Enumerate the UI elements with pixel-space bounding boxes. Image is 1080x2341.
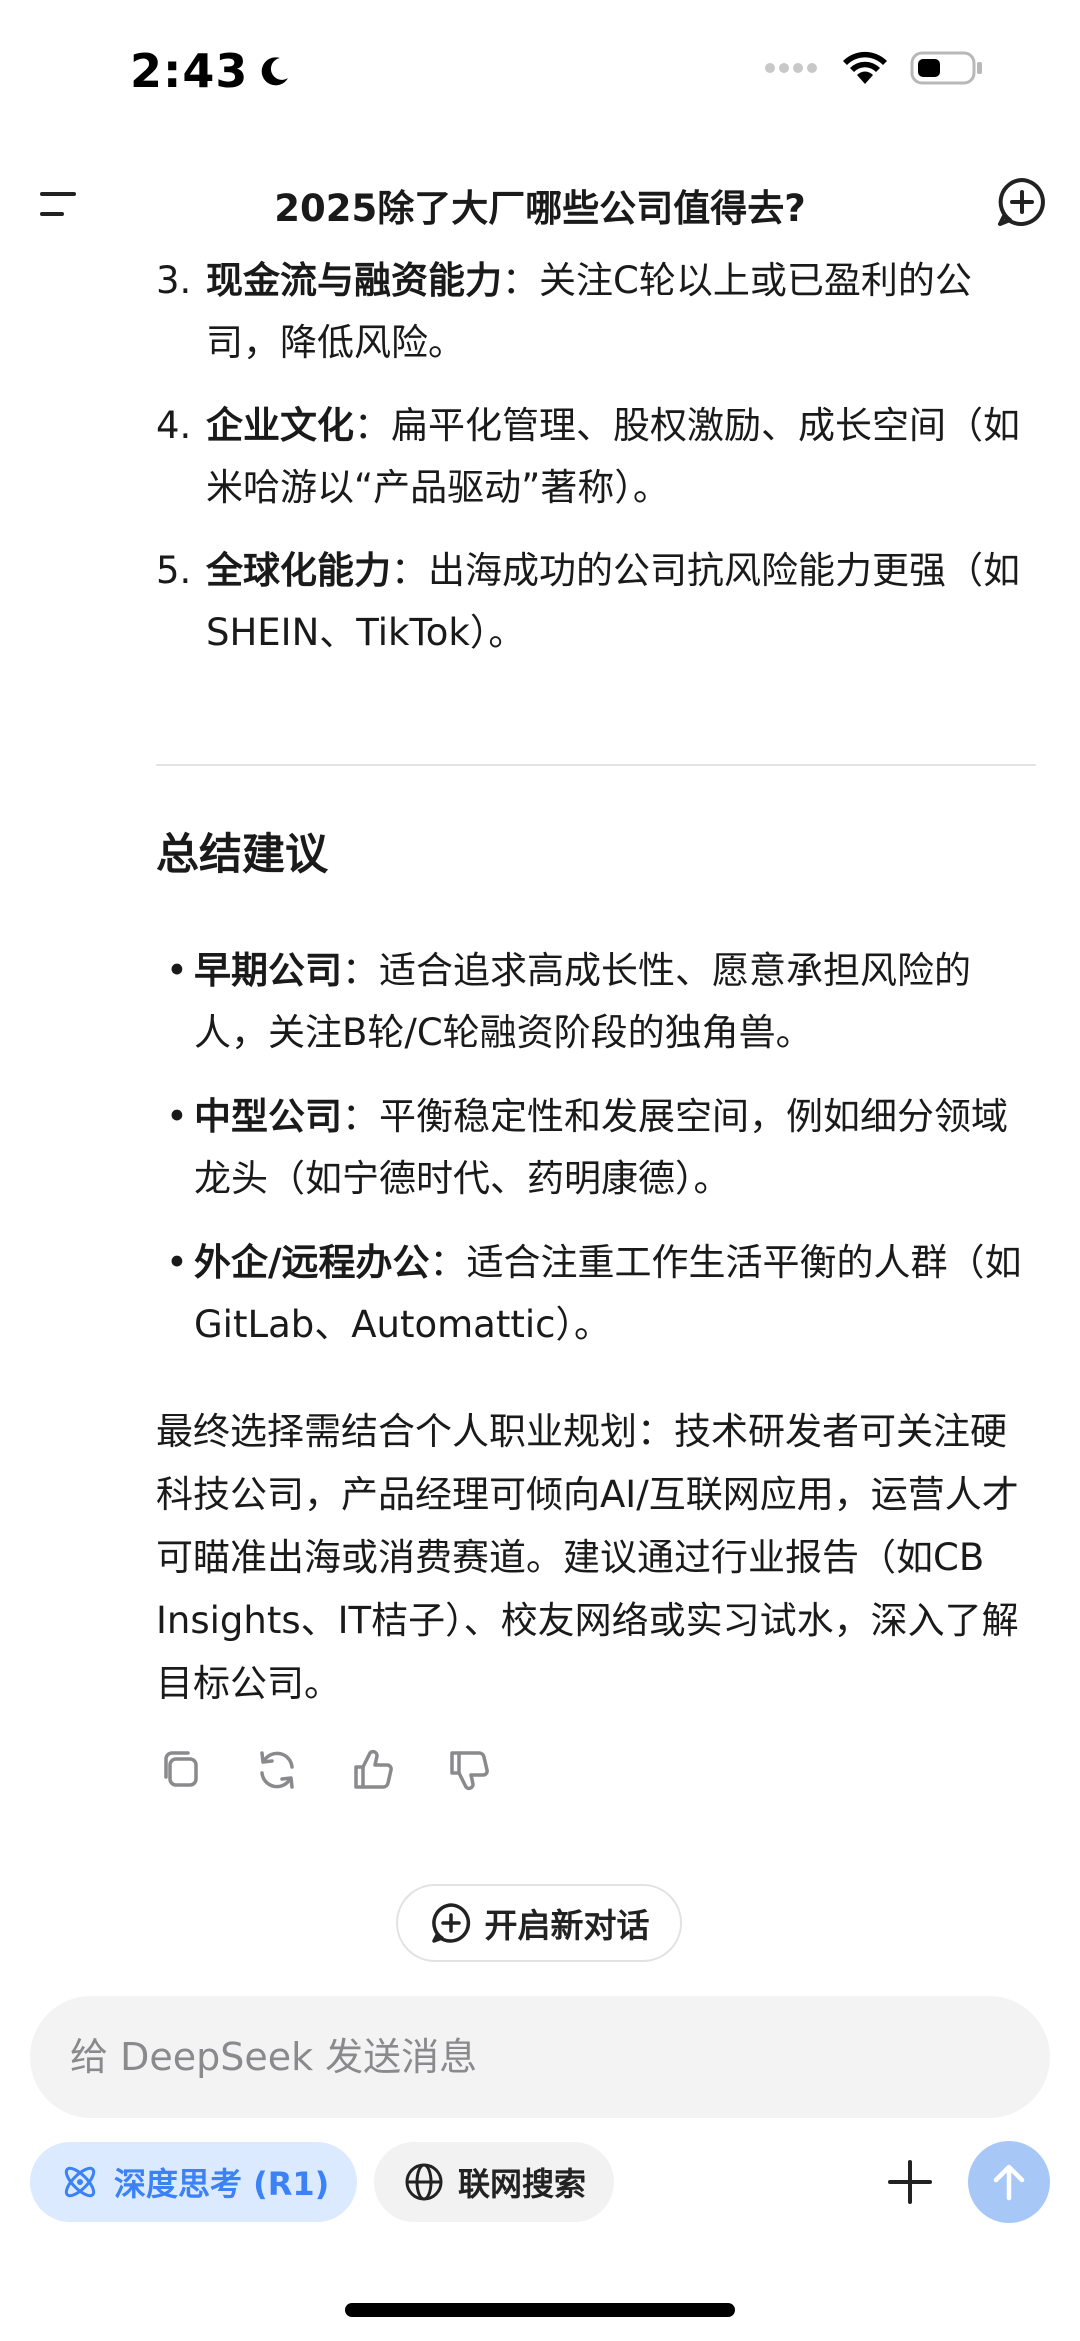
- bullet-body: 中型公司：平衡稳定性和发展空间，例如细分领域龙头（如宁德时代、药明康德）。: [194, 1086, 1036, 1210]
- plus-icon: [888, 2160, 932, 2204]
- attach-button[interactable]: [880, 2152, 940, 2212]
- bullet-dot: •: [166, 1241, 188, 1284]
- chat-header: 2025除了大厂哪些公司值得去?: [0, 160, 1080, 250]
- list-item-label: 全球化能力: [206, 549, 391, 592]
- bullet-dot: •: [166, 949, 188, 992]
- home-indicator: [345, 2303, 735, 2317]
- list-item-body: 现金流与融资能力：关注C轮以上或已盈利的公司，降低风险。: [206, 250, 1036, 374]
- bullet-item: • 早期公司：适合追求高成长性、愿意承担风险的人，关注B轮/C轮融资阶段的独角兽…: [156, 940, 1036, 1064]
- send-button[interactable]: [968, 2141, 1050, 2223]
- chat-title: 2025除了大厂哪些公司值得去?: [274, 187, 806, 230]
- dislike-button[interactable]: [444, 1745, 494, 1795]
- wifi-icon: [843, 51, 887, 84]
- bullet-label: 中型公司: [194, 1095, 342, 1138]
- copy-button[interactable]: [156, 1745, 206, 1795]
- list-item: 4. 企业文化：扁平化管理、股权激励、成长空间（如米哈游以“产品驱动”著称）。: [156, 395, 1036, 519]
- list-item-label: 企业文化: [206, 404, 354, 447]
- list-number: 3.: [156, 259, 192, 302]
- moon-icon: [262, 57, 289, 86]
- list-item-body: 企业文化：扁平化管理、股权激励、成长空间（如米哈游以“产品驱动”著称）。: [206, 395, 1036, 519]
- refresh-icon: [260, 1751, 294, 1789]
- deep-think-toggle[interactable]: 深度思考 (R1): [30, 2142, 358, 2222]
- thumbs-down-icon: [450, 1751, 489, 1791]
- bullet-dot: •: [166, 1095, 188, 1138]
- message-input-container: [30, 1996, 1050, 2118]
- status-time-text: 2:43: [130, 44, 249, 98]
- list-number: 5.: [156, 549, 192, 592]
- status-time: 2:43: [130, 44, 292, 98]
- message-input[interactable]: [70, 1996, 970, 2118]
- new-chat-icon: [998, 178, 1045, 226]
- like-button[interactable]: [348, 1745, 398, 1795]
- list-item: 5. 全球化能力：出海成功的公司抗风险能力更强（如SHEIN、TikTok）。: [156, 540, 1036, 664]
- copy-icon: [164, 1751, 198, 1787]
- battery-icon: [910, 51, 982, 85]
- bullet-label: 外企/远程办公: [194, 1241, 430, 1284]
- web-search-toggle[interactable]: 联网搜索: [374, 2142, 615, 2222]
- bullet-body: 早期公司：适合追求高成长性、愿意承担风险的人，关注B轮/C轮融资阶段的独角兽。: [194, 940, 1036, 1064]
- regenerate-button[interactable]: [252, 1745, 302, 1795]
- divider: [156, 764, 1036, 766]
- message-actions: [156, 1745, 494, 1795]
- atom-icon: [64, 2166, 96, 2198]
- list-item-label: 现金流与融资能力: [206, 259, 502, 302]
- bullet-item: • 中型公司：平衡稳定性和发展空间，例如细分领域龙头（如宁德时代、药明康德）。: [156, 1086, 1036, 1210]
- web-search-label: 联网搜索: [458, 2165, 587, 2203]
- list-item: 3. 现金流与融资能力：关注C轮以上或已盈利的公司，降低风险。: [156, 250, 1036, 374]
- bullet-item: • 外企/远程办公：适合注重工作生活平衡的人群（如GitLab、Automatt…: [156, 1232, 1036, 1356]
- new-conversation-label: 开启新对话: [484, 1906, 650, 1945]
- bullet-body: 外企/远程办公：适合注重工作生活平衡的人群（如GitLab、Automattic…: [194, 1232, 1036, 1356]
- status-bar: 2:43: [0, 0, 1080, 150]
- list-number: 4.: [156, 404, 192, 447]
- list-item-body: 全球化能力：出海成功的公司抗风险能力更强（如SHEIN、TikTok）。: [206, 540, 1036, 664]
- globe-icon: [405, 2163, 443, 2201]
- final-paragraph: 最终选择需结合个人职业规划：技术研发者可关注硬科技公司，产品经理可倾向AI/互联…: [156, 1410, 1019, 1705]
- arrow-up-icon: [993, 2164, 1025, 2201]
- bullet-label: 早期公司: [194, 949, 342, 992]
- status-icons: [764, 50, 984, 86]
- section-title: 总结建议: [156, 830, 328, 880]
- new-chat-icon: [431, 1903, 470, 1943]
- thumbs-up-icon: [354, 1749, 393, 1789]
- new-chat-button[interactable]: [994, 174, 1050, 230]
- signal-icon: [765, 63, 817, 73]
- deep-think-label: 深度思考 (R1): [114, 2165, 330, 2203]
- new-conversation-button[interactable]: 开启新对话: [396, 1884, 682, 1962]
